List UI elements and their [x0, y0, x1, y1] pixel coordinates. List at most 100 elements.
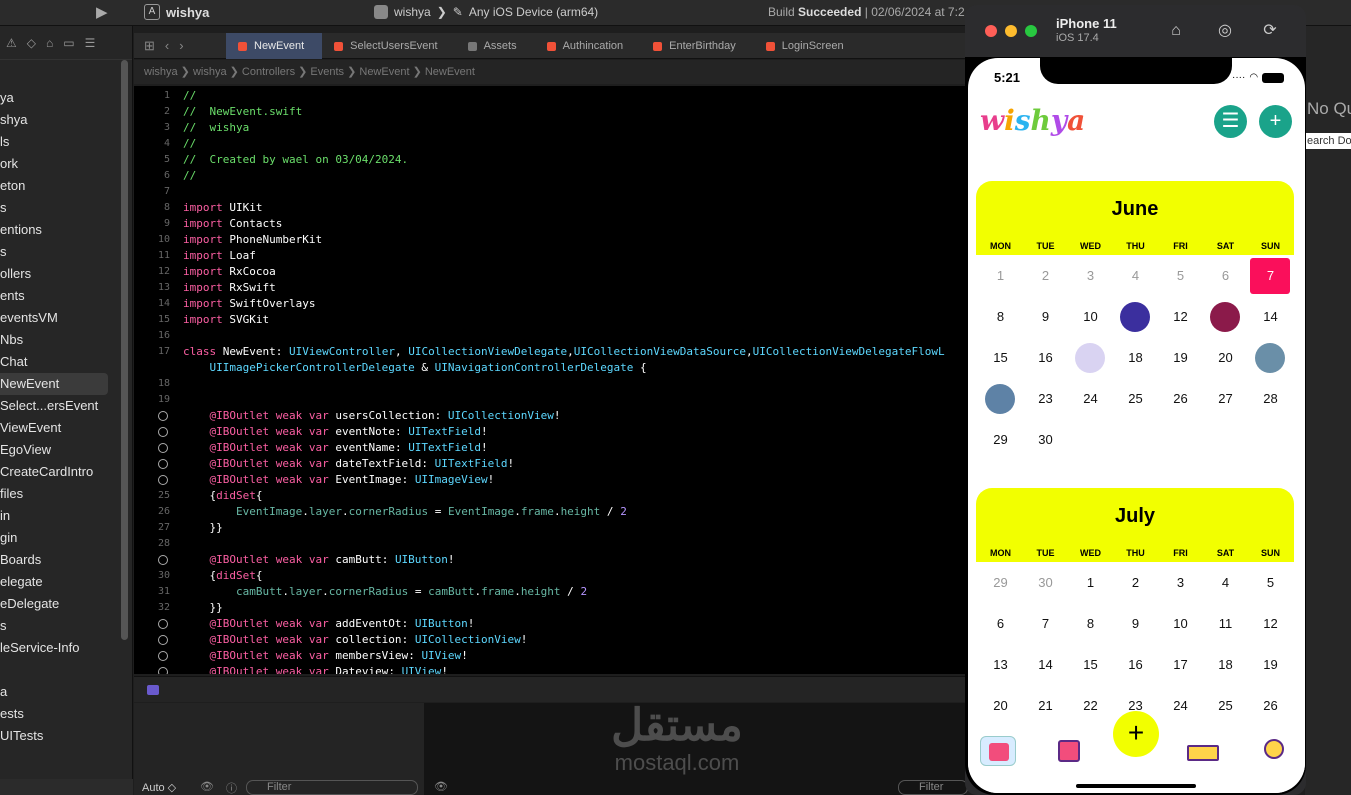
- navigator-file-item[interactable]: entions: [0, 219, 42, 241]
- navigator-file-item[interactable]: eton: [0, 175, 25, 197]
- scheme-selector[interactable]: wishya ❯ ✎ Any iOS Device (arm64): [374, 5, 598, 19]
- navigator-file-item[interactable]: s: [0, 615, 7, 637]
- run-button[interactable]: ▶: [96, 3, 116, 23]
- home-tab-icon[interactable]: [980, 736, 1016, 766]
- navigator-file-item[interactable]: Chat: [0, 351, 27, 373]
- navigator-scrollbar[interactable]: [121, 60, 128, 640]
- calendar-day[interactable]: 12: [1158, 299, 1203, 335]
- navigator-file-item[interactable]: ya: [0, 87, 14, 109]
- debug-area-icon[interactable]: [147, 685, 159, 695]
- calendar-day[interactable]: 10: [1158, 606, 1203, 642]
- calendar-day[interactable]: 8: [1068, 606, 1113, 642]
- calendar-day[interactable]: 11: [1203, 606, 1248, 642]
- list-button[interactable]: ☰: [1214, 105, 1247, 138]
- calendar-day[interactable]: 27: [1203, 381, 1248, 417]
- profile-tab-icon[interactable]: [1256, 736, 1292, 766]
- calendar-day[interactable]: 29: [978, 422, 1023, 458]
- outlet-connection-icon[interactable]: [158, 667, 168, 674]
- calendar-day[interactable]: 9: [1023, 299, 1068, 335]
- calendar-day[interactable]: 18: [1113, 340, 1158, 376]
- navigator-file-item[interactable]: shya: [0, 109, 27, 131]
- calendar-day[interactable]: 23: [1023, 381, 1068, 417]
- calendar-day[interactable]: 19: [1248, 647, 1293, 683]
- home-icon[interactable]: ⌂: [1165, 20, 1187, 42]
- calendar-day[interactable]: 21: [1248, 340, 1293, 376]
- calendar-day[interactable]: 5: [1248, 565, 1293, 601]
- navigator-file-item[interactable]: ollers: [0, 263, 31, 285]
- zoom-window-button[interactable]: [1025, 25, 1037, 37]
- navigator-file-item[interactable]: ork: [0, 153, 18, 175]
- navigator-file-item[interactable]: Nbs: [0, 329, 23, 351]
- breakpoint-icon[interactable]: ◇: [27, 36, 36, 50]
- navigator-file-item[interactable]: files: [0, 483, 23, 505]
- navigator-file-item[interactable]: Select...ersEvent: [0, 395, 98, 417]
- outlet-connection-icon[interactable]: [158, 411, 168, 421]
- navigator-file-item[interactable]: eDelegate: [0, 593, 59, 615]
- editor-tab[interactable]: EnterBirthday: [641, 33, 754, 59]
- navigator-file-item[interactable]: ents: [0, 285, 25, 307]
- jump-bar[interactable]: wishya ❯ wishya ❯ Controllers ❯ Events ❯…: [134, 60, 966, 84]
- calendar-day[interactable]: 6: [1203, 258, 1248, 294]
- calendar-day[interactable]: 8: [978, 299, 1023, 335]
- create-fab-button[interactable]: +: [1113, 711, 1159, 757]
- info-icon[interactable]: ⓘ: [226, 780, 237, 795]
- navigator-file-item[interactable]: EgoView: [0, 439, 51, 461]
- variables-filter-input[interactable]: Filter: [246, 780, 418, 795]
- calendar-day[interactable]: 7: [1248, 258, 1293, 294]
- calendar-day[interactable]: 7: [1023, 606, 1068, 642]
- back-icon[interactable]: ‹: [165, 38, 169, 53]
- calendar-day[interactable]: 30: [1023, 565, 1068, 601]
- calendar-day[interactable]: 29: [978, 565, 1023, 601]
- calendar-day[interactable]: 22: [978, 381, 1023, 417]
- calendar-day[interactable]: 4: [1113, 258, 1158, 294]
- eye-icon[interactable]: 👁: [434, 780, 448, 793]
- navigator-file-item[interactable]: NewEvent: [0, 373, 108, 395]
- calendar-day[interactable]: 1: [1068, 565, 1113, 601]
- outlet-connection-icon[interactable]: [158, 619, 168, 629]
- editor-tab[interactable]: LoginScreen: [754, 33, 862, 59]
- calendar-day[interactable]: 15: [1068, 647, 1113, 683]
- calendar-day[interactable]: 9: [1113, 606, 1158, 642]
- add-event-button[interactable]: +: [1259, 105, 1292, 138]
- calendar-day[interactable]: 20: [1203, 340, 1248, 376]
- close-window-button[interactable]: [985, 25, 997, 37]
- calendar-day[interactable]: 17: [1158, 647, 1203, 683]
- list-icon[interactable]: ☰: [85, 36, 96, 50]
- calendar-day[interactable]: 5: [1158, 258, 1203, 294]
- navigator-file-item[interactable]: s: [0, 197, 7, 219]
- editor-tab[interactable]: Authincation: [535, 33, 642, 59]
- navigator-file-item[interactable]: elegate: [0, 571, 43, 593]
- navigator-file-item[interactable]: s: [0, 241, 7, 263]
- warning-icon[interactable]: ⚠: [6, 36, 17, 50]
- navigator-file-item[interactable]: leService-Info: [0, 637, 79, 659]
- editor-tab[interactable]: Assets: [456, 33, 535, 59]
- grid-icon[interactable]: ⊞: [144, 38, 155, 54]
- console-filter-input[interactable]: Filter: [898, 780, 968, 795]
- navigator-file-item[interactable]: Boards: [0, 549, 41, 571]
- calendar-day[interactable]: 19: [1158, 340, 1203, 376]
- calendar-day[interactable]: 18: [1203, 647, 1248, 683]
- calendar-day[interactable]: 16: [1113, 647, 1158, 683]
- code-editor[interactable]: 1//2// NewEvent.swift 3// wishya 4//5// Cr…: [134, 86, 966, 674]
- eye-icon[interactable]: 👁: [200, 780, 214, 793]
- navigator-file-item[interactable]: gin: [0, 527, 17, 549]
- navigator-file-item[interactable]: UITests: [0, 725, 43, 747]
- calendar-day[interactable]: 3: [1068, 258, 1113, 294]
- calendar-day[interactable]: 14: [1023, 647, 1068, 683]
- search-docs-button[interactable]: earch Do: [1303, 133, 1351, 149]
- rotate-icon[interactable]: ⟳: [1259, 20, 1281, 42]
- editor-tab[interactable]: SelectUsersEvent: [322, 33, 455, 59]
- navigator-file-item[interactable]: ls: [0, 131, 9, 153]
- calendar-day[interactable]: 13: [978, 647, 1023, 683]
- navigator-file-item[interactable]: eventsVM: [0, 307, 58, 329]
- cards-tab-icon[interactable]: [1052, 736, 1088, 766]
- outlet-connection-icon[interactable]: [158, 475, 168, 485]
- calendar-day[interactable]: 6: [978, 606, 1023, 642]
- calendar-day[interactable]: 2: [1023, 258, 1068, 294]
- navigator-file-item[interactable]: ViewEvent: [0, 417, 61, 439]
- calendar-day[interactable]: 3: [1158, 565, 1203, 601]
- outlet-connection-icon[interactable]: [158, 651, 168, 661]
- navigator-file-item[interactable]: ests: [0, 703, 24, 725]
- navigator-file-item[interactable]: a: [0, 681, 7, 703]
- calendar-day[interactable]: 14: [1248, 299, 1293, 335]
